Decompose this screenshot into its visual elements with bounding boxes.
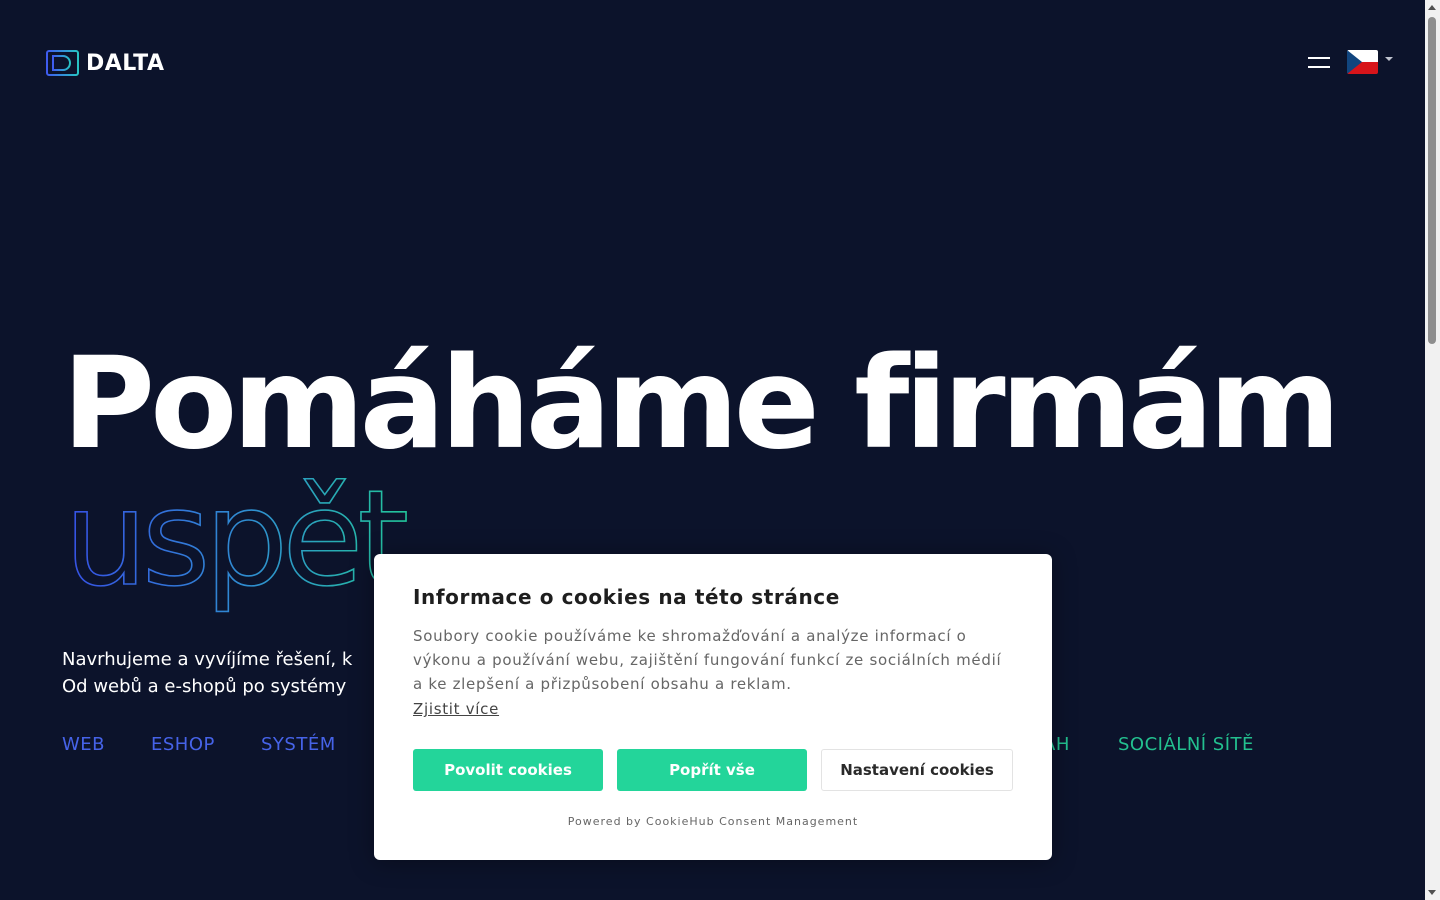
hamburger-menu-icon[interactable] [1306,55,1332,71]
page: DALTA Pomáháme firmám uspět Navrhujeme a… [0,0,1425,900]
service-link-web[interactable]: WEB [62,734,105,756]
scroll-up-arrow-icon[interactable] [1428,5,1436,10]
logo-text: DALTA [86,50,165,76]
hero-title: Pomáháme firmám [62,329,1341,477]
cookie-settings-button[interactable]: Nastavení cookies [821,749,1013,791]
deny-all-button[interactable]: Popřít vše [617,749,807,791]
service-link-eshop[interactable]: ESHOP [151,734,215,756]
cookie-dialog-title: Informace o cookies na této stránce [413,585,840,609]
allow-cookies-button[interactable]: Povolit cookies [413,749,603,791]
service-link-social-networks[interactable]: SOCIÁLNÍ SÍTĚ [1118,734,1254,756]
powered-by-text: Powered by CookieHub Consent Management [567,815,859,828]
scrollbar-thumb[interactable] [1428,17,1436,344]
hero-description-line-2: Od webů a e-shopů po systémy [62,676,347,697]
logo-mark-icon [46,50,79,76]
cookie-dialog-text: Soubory cookie používáme ke shromažďován… [413,627,1002,693]
scroll-down-arrow-icon[interactable] [1428,890,1436,895]
language-dropdown-caret-icon[interactable] [1385,57,1393,61]
cookie-consent-dialog: Informace o cookies na této stránce Soub… [374,554,1052,860]
hero-outline-text: uspět [64,470,406,616]
hero-description-line-1: Navrhujeme a vyvíjíme řešení, k [62,649,353,670]
logo[interactable]: DALTA [46,50,165,76]
czech-flag-icon[interactable] [1347,50,1378,74]
service-link-system[interactable]: SYSTÉM [261,734,336,756]
page-scrollbar[interactable] [1425,0,1440,900]
hero-description: Navrhujeme a vyvíjíme řešení, k Od webů … [62,646,352,700]
learn-more-link[interactable]: Zjistit více [413,700,499,718]
